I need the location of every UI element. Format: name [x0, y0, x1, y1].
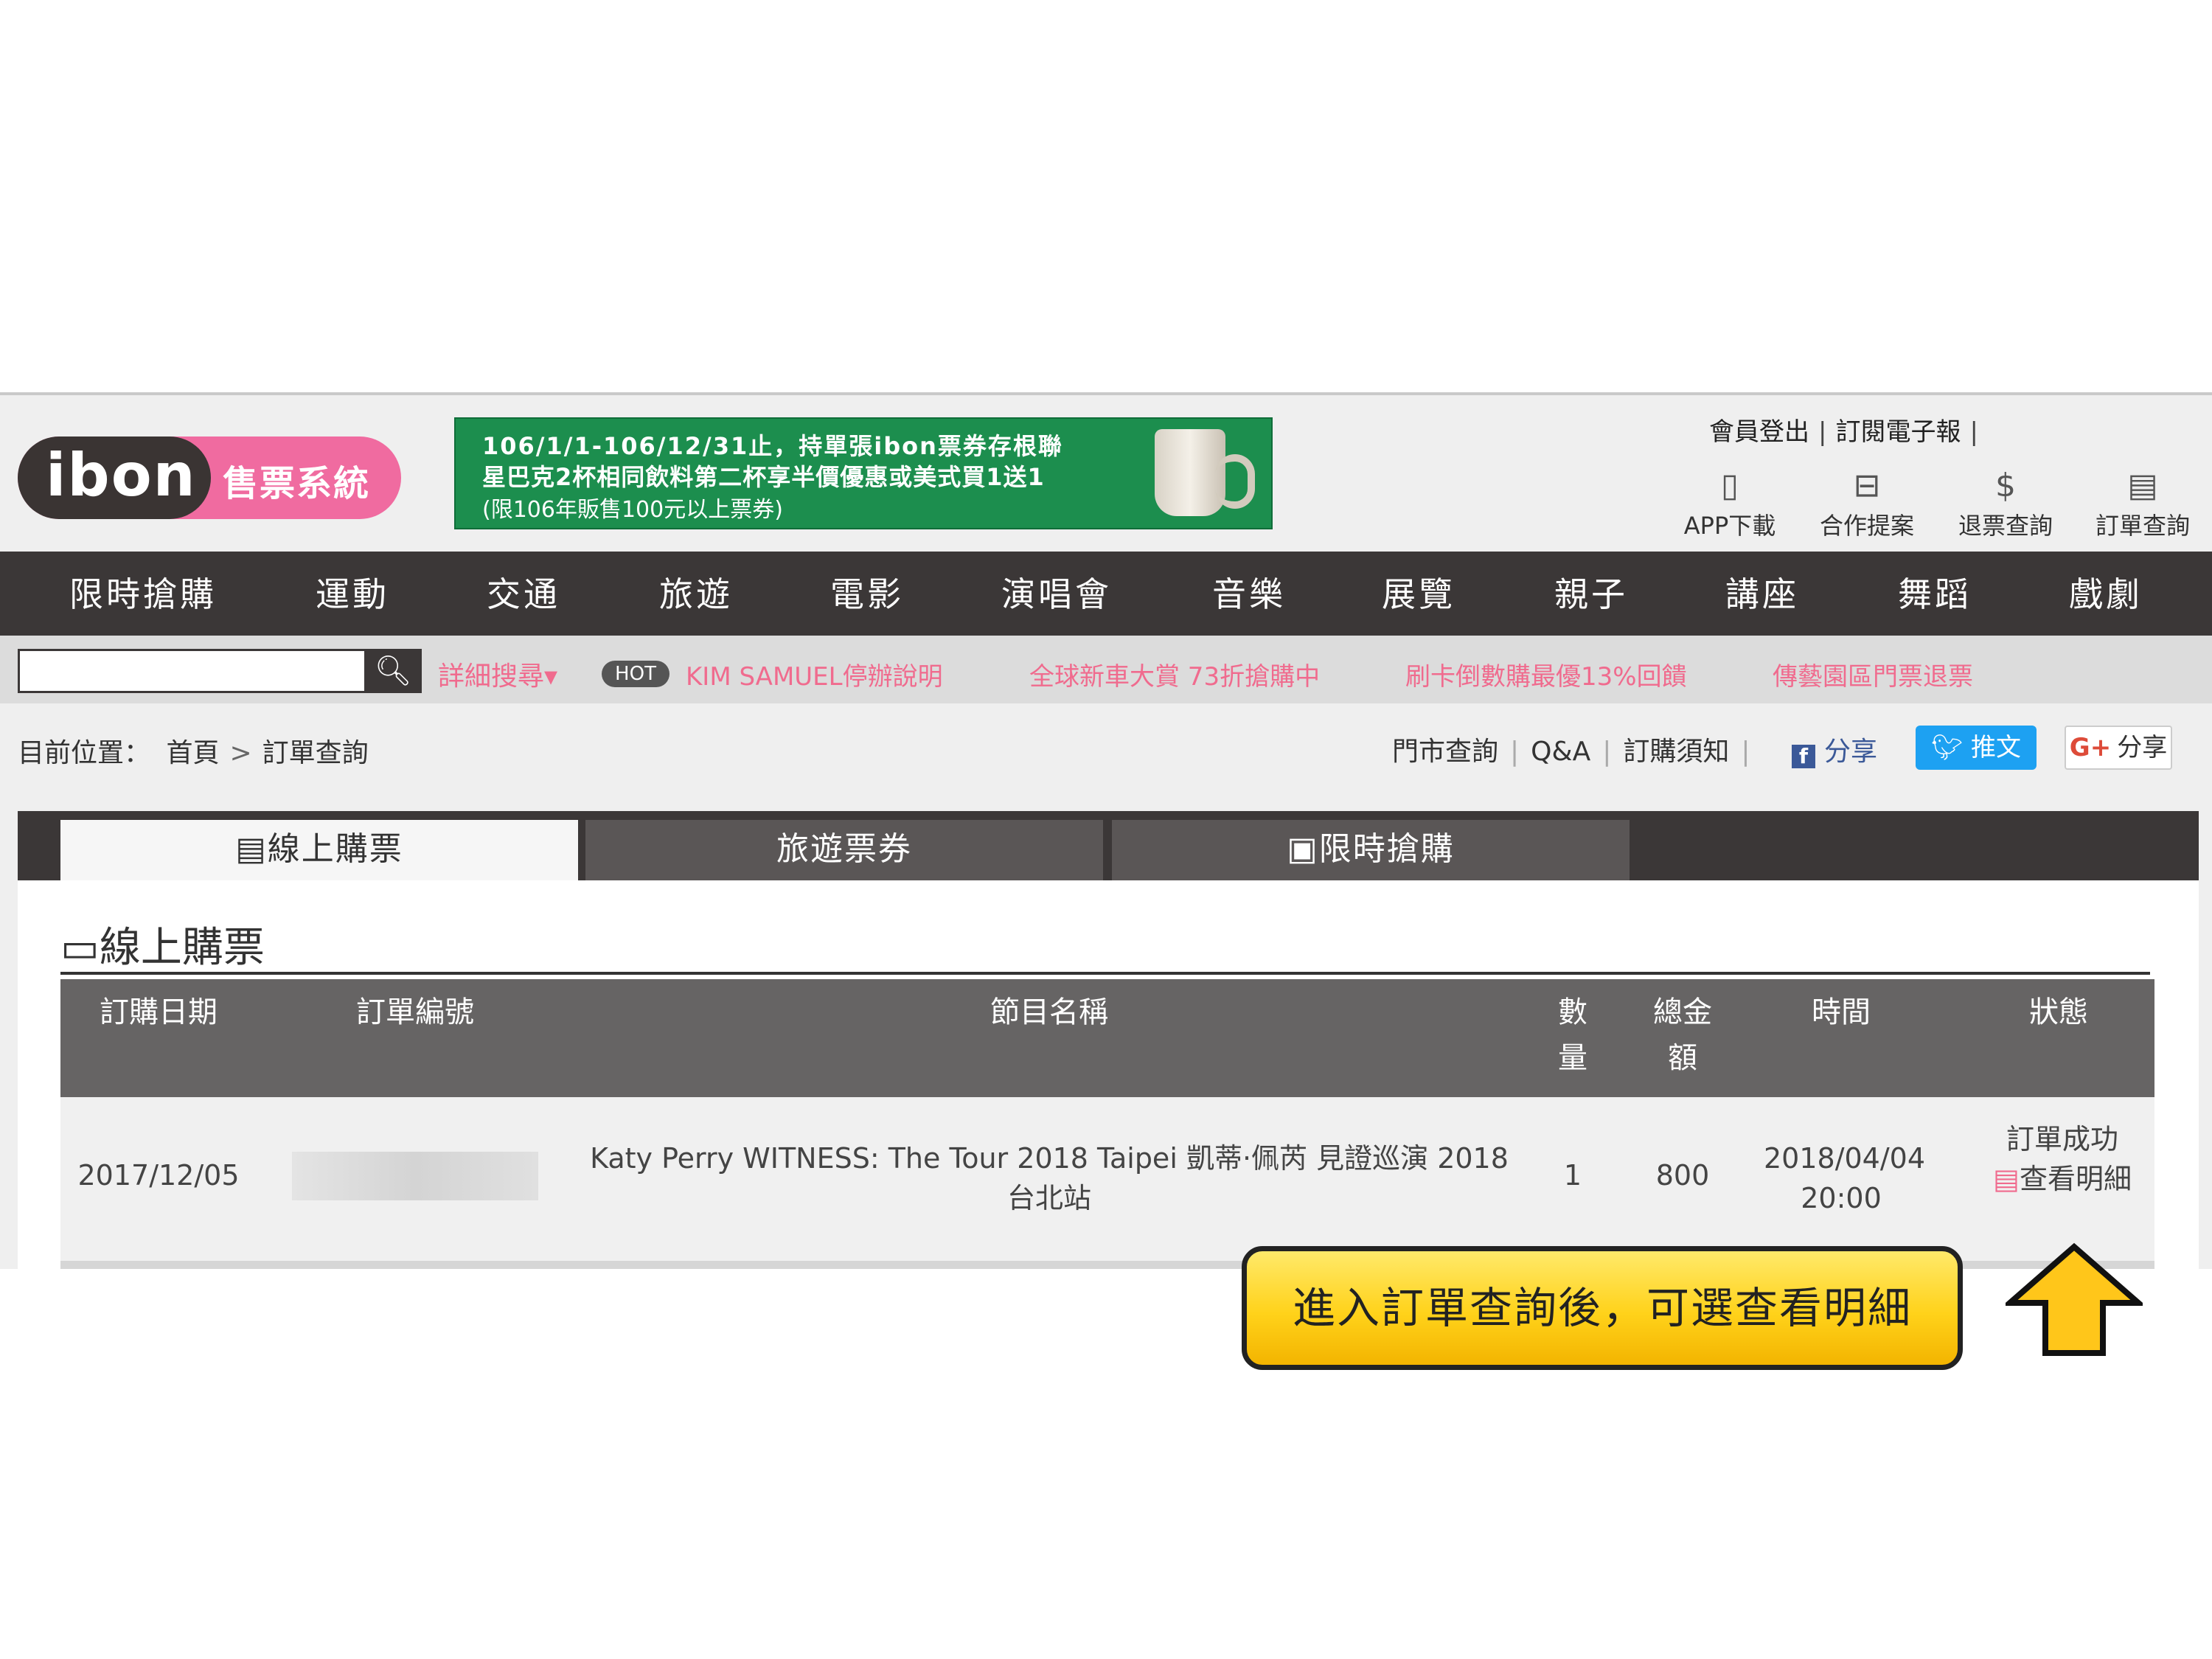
banner-line-3: (限106年販售100元以上票券): [482, 497, 783, 523]
row-time: 2018/04/04 20:00: [1764, 1142, 1926, 1214]
row-status-cell: 訂單成功 ▤查看明細: [1970, 1119, 2154, 1199]
col-total-amount: 總金額: [1653, 995, 1712, 1075]
col-program-name: 節目名稱: [990, 995, 1108, 1029]
google-plus-share-button[interactable]: G+ 分享: [2065, 726, 2172, 770]
col-time: 時間: [1812, 995, 1871, 1029]
row-program-name: Katy Perry WITNESS: The Tour 2018 Taipei…: [590, 1142, 1509, 1214]
document-icon: ▤: [235, 830, 268, 868]
nav-item-exhibitions[interactable]: 展覽: [1382, 568, 1455, 616]
nav-item-movies[interactable]: 電影: [830, 568, 904, 616]
ibon-ticket-page: ibon 售票系統 106/1/1-106/12/31止，持單張ibon票券存根…: [0, 392, 2212, 1269]
twitter-bird-icon: 🐦︎: [1931, 733, 1971, 762]
nav-item-theater[interactable]: 戲劇: [2069, 568, 2143, 616]
col-quantity: 數量: [1558, 995, 1587, 1075]
facebook-share-button[interactable]: f 分享: [1792, 730, 1877, 768]
main-nav: 限時搶購 運動 交通 旅遊 電影 演唱會 音樂 展覽 親子 講座 舞蹈 戲劇: [0, 552, 2212, 636]
logo-text: ibon: [46, 441, 197, 509]
briefcase-icon: ▣: [1287, 830, 1319, 868]
twitter-tweet-button[interactable]: 🐦︎ 推文: [1916, 726, 2037, 770]
newsletter-link[interactable]: 訂閱電子報: [1835, 417, 1961, 447]
order-notice-link[interactable]: 訂購須知: [1623, 737, 1729, 767]
breadcrumb-prefix: 目前位置：: [18, 738, 151, 768]
phone-icon: ▯: [1720, 467, 1739, 504]
tab-flash-sale[interactable]: ▣限時搶購: [1112, 820, 1630, 880]
promo-banner[interactable]: 106/1/1-106/12/31止，持單張ibon票券存根聯 星巴克2杯相同飲…: [454, 417, 1273, 529]
banner-line-1: 106/1/1-106/12/31止，持單張ibon票券存根聯: [482, 432, 1063, 460]
col-order-number: 訂單編號: [356, 995, 474, 1029]
order-query-button[interactable]: ▤ 訂單查詢: [2084, 466, 2202, 541]
order-content-panel: ▭線上購票 訂購日期 訂單編號 節目名稱 數量 總金額 時間 狀態 2017/1…: [18, 880, 2199, 1269]
section-divider: [60, 972, 2150, 975]
nav-item-concerts[interactable]: 演唱會: [1001, 568, 1112, 616]
partnership-button[interactable]: ⊟ 合作提案: [1808, 466, 1926, 541]
hot-badge: HOT: [602, 661, 669, 687]
nav-item-transport[interactable]: 交通: [487, 568, 560, 616]
row-quantity: 1: [1563, 1159, 1582, 1192]
refund-query-button[interactable]: $ 退票查詢: [1947, 466, 2065, 541]
news-link-3[interactable]: 刷卡倒數購最優13%回饋: [1405, 656, 1687, 692]
news-link-4[interactable]: 傳藝園區門票退票: [1773, 656, 1973, 692]
document-icon: ▤: [2127, 467, 2158, 504]
account-links: 會員登出 | 訂閱電子報 |: [1709, 417, 1978, 447]
coffee-cup-handle: [1215, 454, 1255, 509]
row-order-date: 2017/12/05: [77, 1159, 240, 1192]
logo-subtitle: 售票系統: [223, 463, 371, 504]
nav-item-family[interactable]: 親子: [1554, 568, 1628, 616]
google-plus-icon: G+: [2069, 733, 2112, 762]
banner-line-2: 星巴克2杯相同飲料第二杯享半價優惠或美式買1送1: [482, 463, 1045, 491]
search-icon: 🔍︎: [374, 654, 412, 688]
facebook-icon: f: [1792, 745, 1815, 768]
section-title: ▭線上購票: [60, 924, 265, 972]
news-link-2[interactable]: 全球新車大賞 73折搶購中: [1029, 656, 1320, 692]
qa-link[interactable]: Q&A: [1531, 737, 1590, 767]
breadcrumb-separator: >: [229, 738, 252, 768]
nav-item-music[interactable]: 音樂: [1212, 568, 1286, 616]
nav-item-travel[interactable]: 旅遊: [659, 568, 733, 616]
news-link-1[interactable]: KIM SAMUEL停辦說明: [686, 656, 943, 692]
row-order-number-redacted: [292, 1152, 538, 1200]
logout-link[interactable]: 會員登出: [1709, 417, 1809, 447]
up-arrow-icon: [2006, 1242, 2143, 1356]
advanced-search-link[interactable]: 詳細搜尋▾: [438, 655, 557, 693]
utility-links: 門市查詢 | Q&A | 訂購須知 |: [1392, 737, 1750, 767]
col-status: 狀態: [2029, 995, 2088, 1029]
search-button[interactable]: 🔍︎: [364, 649, 422, 693]
row-status: 訂單成功: [2006, 1123, 2118, 1155]
tab-online-ticket[interactable]: ▤線上購票: [60, 820, 578, 880]
row-total-amount: 800: [1655, 1159, 1710, 1192]
app-download-button[interactable]: ▯ APP下載: [1671, 466, 1789, 541]
search-input[interactable]: [18, 649, 364, 693]
table-row: 2017/12/05 Katy Perry WITNESS: The Tour …: [60, 1097, 2154, 1261]
laptop-icon: ▭: [60, 924, 100, 972]
view-detail-link[interactable]: ▤查看明細: [1970, 1159, 2154, 1199]
briefcase-icon: ⊟: [1853, 467, 1881, 504]
breadcrumb-current: 訂單查詢: [262, 738, 369, 768]
tab-travel-ticket[interactable]: 旅遊票券: [585, 820, 1103, 880]
refund-icon: $: [1995, 467, 2016, 504]
col-order-date: 訂購日期: [100, 995, 218, 1029]
nav-item-dance[interactable]: 舞蹈: [1898, 568, 1972, 616]
nav-item-flash-sale[interactable]: 限時搶購: [69, 568, 217, 616]
nav-item-sports[interactable]: 運動: [316, 568, 389, 616]
breadcrumb-home[interactable]: 首頁: [166, 738, 219, 768]
tab-bar: ▤線上購票 旅遊票券 ▣限時搶購: [18, 811, 2199, 880]
document-icon: ▤: [1993, 1163, 2020, 1195]
search-bar-row: 🔍︎ 詳細搜尋▾ HOT KIM SAMUEL停辦說明 全球新車大賞 73折搶購…: [0, 636, 2212, 703]
store-query-link[interactable]: 門市查詢: [1392, 737, 1498, 767]
orders-table-header: 訂購日期 訂單編號 節目名稱 數量 總金額 時間 狀態: [60, 979, 2154, 1097]
nav-item-lectures[interactable]: 講座: [1725, 568, 1799, 616]
callout-box: 進入訂單查詢後，可選查看明細: [1242, 1246, 1963, 1370]
breadcrumb: 目前位置： 首頁 > 訂單查詢: [18, 731, 369, 770]
